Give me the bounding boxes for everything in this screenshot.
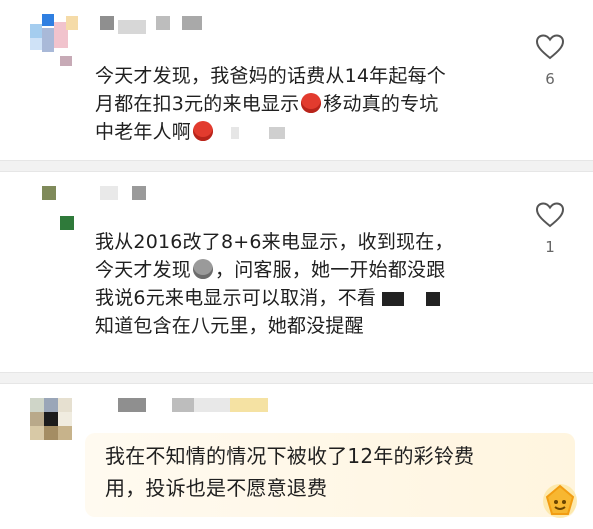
- avatar[interactable]: [30, 14, 78, 66]
- comment-line: 移动真的专坑: [323, 93, 439, 115]
- comment-line: 用，投诉也是不愿意退费: [105, 476, 328, 500]
- like-button[interactable]: 6: [533, 34, 567, 88]
- comment-line: 今天才发现: [95, 259, 192, 281]
- comment-line: 我说6元来电显示可以取消，不看: [95, 287, 377, 309]
- heart-outline-icon[interactable]: [535, 202, 565, 228]
- comment-text: 我在不知情的情况下被收了12年的彩铃费 用，投诉也是不愿意退费: [105, 440, 474, 504]
- comment-2: 我从2016改了8+6来电显示，收到现在， 今天才发现 ，问客服，她一开始都没跟 …: [0, 172, 593, 370]
- like-count: 1: [545, 238, 555, 256]
- comment-line: 我从2016改了8+6来电显示，收到现在，: [95, 231, 454, 253]
- comment-line: ，问客服，她一开始都没跟: [215, 259, 446, 281]
- avatar[interactable]: [42, 186, 90, 234]
- comment-1: 今天才发现，我爸妈的话费从14年起每个 月都在扣3元的来电显示 移动真的专坑 中老…: [0, 0, 593, 158]
- divider: [0, 372, 593, 384]
- comment-line: 中老年人啊: [95, 121, 192, 143]
- grey-face-emoji-icon: [193, 259, 214, 279]
- comment-text: 我从2016改了8+6来电显示，收到现在， 今天才发现 ，问客服，她一开始都没跟 …: [95, 228, 454, 340]
- avatar[interactable]: [30, 398, 78, 446]
- angry-devil-emoji-icon: [193, 121, 214, 141]
- like-count: 6: [545, 70, 555, 88]
- comment-line: 月都在扣3元的来电显示: [95, 93, 300, 115]
- redacted-text: [382, 291, 405, 306]
- comment-line: 今天才发现，我爸妈的话费从14年起每个: [95, 65, 446, 87]
- redacted-text: [426, 291, 441, 306]
- redacted-text: [231, 126, 240, 139]
- like-button[interactable]: 1: [533, 202, 567, 256]
- angry-devil-emoji-icon: [301, 93, 322, 113]
- comment-line: 我在不知情的情况下被收了12年的彩铃费: [105, 444, 475, 468]
- redacted-text: [269, 126, 286, 139]
- comment-line: 知道包含在八元里，她都没提醒: [95, 315, 364, 337]
- comment-text: 今天才发现，我爸妈的话费从14年起每个 月都在扣3元的来电显示 移动真的专坑 中老…: [95, 62, 446, 146]
- diamond-badge-icon[interactable]: [538, 477, 582, 521]
- divider: [0, 160, 593, 172]
- heart-outline-icon[interactable]: [535, 34, 565, 60]
